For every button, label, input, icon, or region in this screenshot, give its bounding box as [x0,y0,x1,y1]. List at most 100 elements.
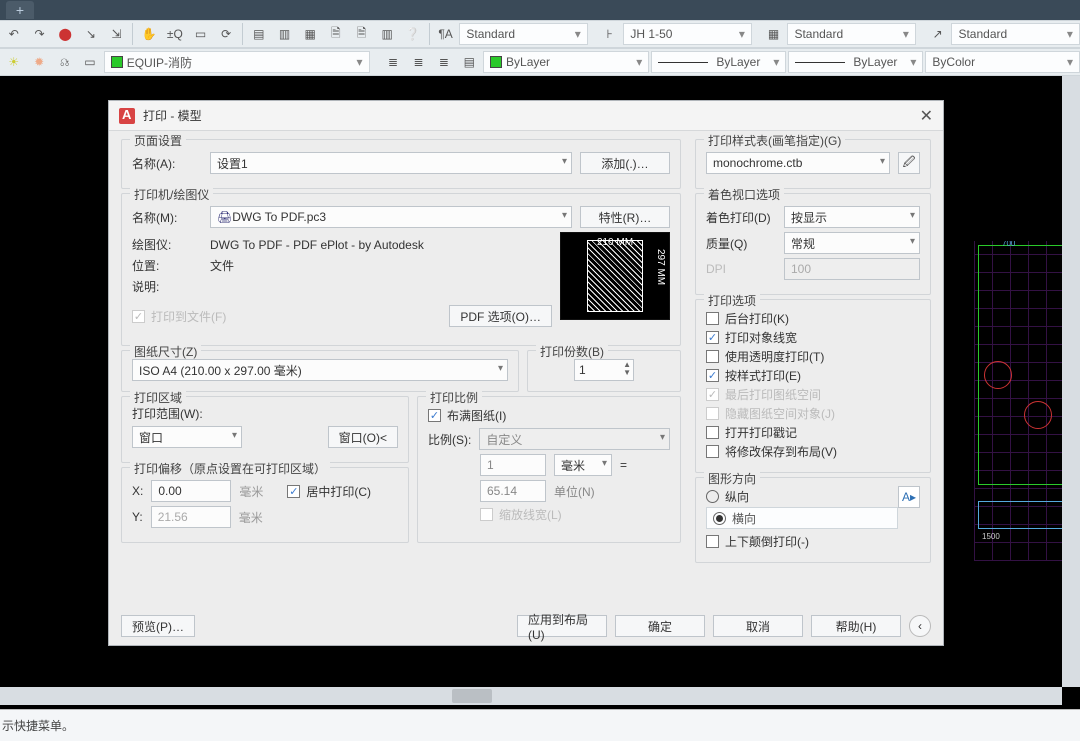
toolbar-icon[interactable]: ▥ [273,22,297,46]
toolbar-icon[interactable]: ⇲ [105,22,129,46]
autocad-logo-icon [119,108,135,124]
horizontal-scrollbar[interactable] [0,687,1062,705]
toolbar-icon[interactable]: ▦ [298,22,322,46]
layer-freeze-icon[interactable]: ✹ [27,50,50,74]
printer-properties-button[interactable]: 特性(R)… [580,206,670,228]
plot-option-checkbox[interactable]: 使用透明度打印(T) [706,348,920,365]
plot-offset-group: 打印偏移（原点设置在可打印区域） X: 0.00 毫米 居中打印(C) Y: 2… [121,467,409,543]
shade-dpi-input: 100 [784,258,920,280]
plotstyle-select[interactable]: ByColor▾ [925,51,1080,73]
style-text-select[interactable]: Standard▾ [459,23,587,45]
new-tab-plus[interactable]: + [6,1,34,19]
paper-preview: 210 MM 297 MM [560,232,670,320]
plot-option-checkbox: 隐藏图纸空间对象(J) [706,405,920,422]
orientation-upside-checkbox[interactable]: 上下颠倒打印(-) [706,533,920,550]
layer-manage-icon[interactable]: ▭ [78,50,101,74]
shade-quality-select[interactable]: 常规▾ [784,232,920,254]
style-table-select[interactable]: Standard▾ [787,23,915,45]
help-icon[interactable]: ❔ [401,22,425,46]
style-mleader-select[interactable]: Standard▾ [951,23,1079,45]
printer-group: 打印机/绘图仪 名称(M): 🖨 DWG To PDF.pc3▾ 特性(R)… … [121,193,681,346]
pan-icon[interactable]: ✋ [137,22,161,46]
text-style-icon[interactable]: ¶A [434,22,458,46]
layer-color-select[interactable]: ByLayer▾ [483,51,649,73]
layer-tool-icon[interactable]: ▤ [458,50,481,74]
scale-lineweights-checkbox: 缩放线宽(L) [480,506,670,523]
pdf-options-button[interactable]: PDF 选项(O)… [449,305,552,327]
apply-to-layout-button[interactable]: 应用到布局(U) [517,615,607,637]
center-plot-checkbox[interactable]: 居中打印(C) [287,483,371,500]
edit-plot-style-icon[interactable]: 🖉 [898,152,920,174]
style-dim-select[interactable]: JH 1-50▾ [623,23,751,45]
layer-visibility-icon[interactable]: ☀ [2,50,25,74]
dialog-titlebar: 打印 - 模型 ✕ [109,101,943,131]
close-button[interactable]: ✕ [920,106,933,126]
zoom-icon[interactable]: ±Q [163,22,187,46]
layer-tool-icon[interactable]: ≣ [381,50,404,74]
page-setup-group: 页面设置 名称(A): 设置1▾ 添加(.)… [121,139,681,189]
dialog-title: 打印 - 模型 [143,107,202,124]
copies-spinner[interactable]: 1 ▲▼ [574,359,634,381]
plot-option-checkbox[interactable]: 将修改保存到布局(V) [706,443,920,460]
toolbar-icon[interactable]: ⟳ [214,22,238,46]
layer-lock-icon[interactable]: ⎌ [53,50,76,74]
plot-option-checkbox[interactable]: 打印对象线宽 [706,329,920,346]
help-button[interactable]: 帮助(H) [811,615,901,637]
toolbar-icon[interactable]: 🗎 [350,22,374,46]
plot-option-checkbox[interactable]: 按样式打印(E) [706,367,920,384]
ok-button[interactable]: 确定 [615,615,705,637]
dim-style-icon[interactable]: ⊦ [598,22,622,46]
print-to-file-checkbox: 打印到文件(F) [132,308,226,325]
toolbar-icon[interactable]: ▥ [375,22,399,46]
scale-ratio-select: 自定义▾ [479,428,670,450]
orientation-preview-icon: A▸ [898,486,920,508]
plot-style-table-select[interactable]: monochrome.ctb▾ [706,152,890,174]
paper-size-group: 图纸尺寸(Z) ISO A4 (210.00 x 297.00 毫米)▾ [121,350,519,392]
layer-tool-icon[interactable]: ≣ [407,50,430,74]
toolbar-icon[interactable]: 🗎 [324,22,348,46]
layer-select[interactable]: EQUIP-消防▾ [104,51,370,73]
plot-option-checkbox: 最后打印图纸空间 [706,386,920,403]
mleader-style-icon[interactable]: ↗ [926,22,950,46]
vertical-scrollbar[interactable] [1062,76,1080,687]
plot-style-table-group: 打印样式表(画笔指定)(G) monochrome.ctb▾ 🖉 [695,139,931,189]
printer-name-select[interactable]: 🖨 DWG To PDF.pc3▾ [210,206,572,228]
lineweight-select[interactable]: ByLayer▾ [788,51,923,73]
scale-units-input: 1 [480,454,546,476]
page-setup-name-select[interactable]: 设置1▾ [210,152,572,174]
toolbar-icon[interactable]: ↷ [28,22,52,46]
window-pick-button[interactable]: 窗口(O)< [328,426,398,448]
plot-options-group: 打印选项 后台打印(K)打印对象线宽使用透明度打印(T)按样式打印(E)最后打印… [695,299,931,473]
plot-option-checkbox[interactable]: 打开打印戳记 [706,424,920,441]
shade-plot-select[interactable]: 按显示▾ [784,206,920,228]
preview-button[interactable]: 预览(P)… [121,615,195,637]
plot-dialog: 打印 - 模型 ✕ 页面设置 名称(A): 设置1▾ 添加(.)… 打印机/绘图… [108,100,944,646]
table-style-icon[interactable]: ▦ [762,22,786,46]
toolbar-icon[interactable]: ⬤ [53,22,77,46]
offset-y-input: 21.56 [151,506,231,528]
plot-option-checkbox[interactable]: 后台打印(K) [706,310,920,327]
command-line[interactable]: 示快捷菜单。 [0,709,1080,741]
toolbar-icon[interactable]: ↶ [2,22,26,46]
collapse-expand-button[interactable]: ‹ [909,615,931,637]
add-page-setup-button[interactable]: 添加(.)… [580,152,670,174]
offset-x-input[interactable]: 0.00 [151,480,231,502]
linetype-select[interactable]: ByLayer▾ [651,51,786,73]
toolbar-icon[interactable]: ▭ [189,22,213,46]
paper-size-select[interactable]: ISO A4 (210.00 x 297.00 毫米)▾ [132,359,508,381]
toolbar-icon[interactable]: ↘ [79,22,103,46]
plot-scale-group: 打印比例 布满图纸(I) 比例(S): 自定义▾ 1 毫米▾ = 65 [417,396,681,543]
fit-to-paper-checkbox[interactable]: 布满图纸(I) [428,407,670,424]
layer-tool-icon[interactable]: ≣ [432,50,455,74]
cancel-button[interactable]: 取消 [713,615,803,637]
shade-viewport-group: 着色视口选项 着色打印(D) 按显示▾ 质量(Q) 常规▾ DPI 100 [695,193,931,295]
plot-area-group: 打印区域 打印范围(W): 窗口▾ 窗口(O)< [121,396,409,463]
plot-range-select[interactable]: 窗口▾ [132,426,242,448]
toolbar-icon[interactable]: ▤ [247,22,271,46]
orientation-portrait-radio[interactable]: 纵向 [706,488,898,505]
orientation-landscape-radio[interactable]: 横向 [706,507,898,529]
scale-drawing-units-input: 65.14 [480,480,546,502]
orientation-group: 图形方向 纵向 横向 A▸ 上下颠倒打印(-) [695,477,931,563]
copies-group: 打印份数(B) 1 ▲▼ [527,350,681,392]
scale-unit1-select[interactable]: 毫米▾ [554,454,612,476]
